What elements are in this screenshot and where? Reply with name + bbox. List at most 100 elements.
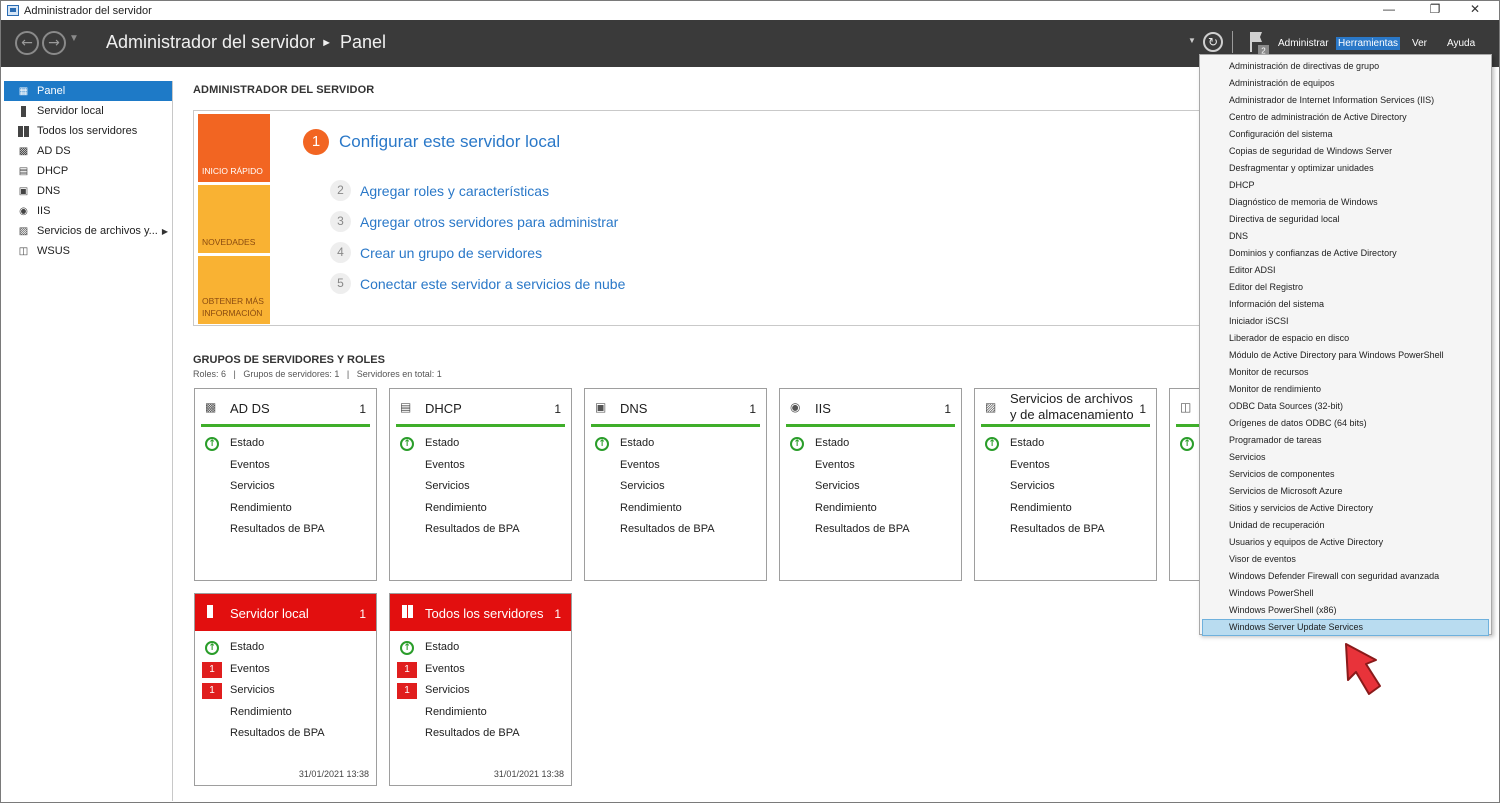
menu-item-tool[interactable]: DNS	[1200, 228, 1491, 245]
tile-row-estado[interactable]: ↑ Estado	[390, 637, 571, 659]
menu-item-tool[interactable]: Liberador de espacio en disco	[1200, 330, 1491, 347]
menu-item-tool[interactable]: Windows PowerShell	[1200, 585, 1491, 602]
tile-row-estado[interactable]: ↑ Estado	[975, 433, 1156, 455]
tile-title[interactable]: Servidor local	[230, 606, 309, 622]
menu-item-tool[interactable]: Iniciador iSCSI	[1200, 313, 1491, 330]
menu-item-tool[interactable]: Administración de directivas de grupo	[1200, 58, 1491, 75]
tile-row-rendimiento[interactable]: Rendimiento	[780, 498, 961, 520]
role-tile-iis[interactable]: ◉ IIS 1 ↑ Estado Eventos Servicios Rendim…	[779, 388, 962, 581]
tab-novedades[interactable]: NOVEDADES	[198, 185, 270, 253]
history-dropdown-icon[interactable]: ▼	[69, 33, 79, 44]
tile-title[interactable]: DHCP	[425, 401, 462, 417]
menu-item-tool[interactable]: Programador de tareas	[1200, 432, 1491, 449]
tile-row-eventos[interactable]: 1 Eventos	[195, 659, 376, 681]
menu-item-tool[interactable]: Orígenes de datos ODBC (64 bits)	[1200, 415, 1491, 432]
tile-row-estado[interactable]: ↑ Estado	[585, 433, 766, 455]
tile-title[interactable]: AD DS	[230, 401, 270, 417]
sidebar-item-dhcp[interactable]: ▤ DHCP	[4, 161, 172, 181]
role-tile-file-services[interactable]: ▨ Servicios de archivos y de almacenamie…	[974, 388, 1157, 581]
tile-row-bpa[interactable]: Resultados de BPA	[195, 519, 376, 541]
menu-item-tool[interactable]: Información del sistema	[1200, 296, 1491, 313]
tile-row-rendimiento[interactable]: Rendimiento	[975, 498, 1156, 520]
tile-row-rendimiento[interactable]: Rendimiento	[195, 498, 376, 520]
tile-row-servicios[interactable]: 1 Servicios	[195, 680, 376, 702]
menu-item-tool[interactable]: Administración de equipos	[1200, 75, 1491, 92]
menu-item-tool[interactable]: Copias de seguridad de Windows Server	[1200, 143, 1491, 160]
tile-row-estado[interactable]: ↑ Estado	[390, 433, 571, 455]
notifications-flag-icon[interactable]: 2	[1247, 29, 1271, 56]
menu-item-tool[interactable]: Servicios de componentes	[1200, 466, 1491, 483]
tile-row-servicios[interactable]: Servicios	[780, 476, 961, 498]
restore-button[interactable]: ❐	[1413, 1, 1457, 20]
minimize-button[interactable]: —	[1367, 1, 1411, 20]
menu-item-tool[interactable]: Monitor de rendimiento	[1200, 381, 1491, 398]
menu-item-tool[interactable]: Usuarios y equipos de Active Directory	[1200, 534, 1491, 551]
refresh-icon[interactable]: ↻	[1203, 32, 1223, 52]
role-tile-dns[interactable]: ▣ DNS 1 ↑ Estado Eventos Servicios Rendim…	[584, 388, 767, 581]
tile-title[interactable]: Servicios de archivos y de almacenamient…	[1010, 391, 1140, 423]
menu-item-tool[interactable]: Directiva de seguridad local	[1200, 211, 1491, 228]
menu-item-tool[interactable]: Administrador de Internet Information Se…	[1200, 92, 1491, 109]
server-tile-all[interactable]: Todos los servidores 1 ↑ Estado 1 Eventos …	[389, 593, 572, 786]
role-tile-ad-ds[interactable]: ▩ AD DS 1 ↑ Estado Eventos Servicios Rend…	[194, 388, 377, 581]
role-tile-dhcp[interactable]: ▤ DHCP 1 ↑ Estado Eventos Servicios Rendi…	[389, 388, 572, 581]
step-add-servers[interactable]: 3 Agregar otros servidores para administ…	[330, 211, 618, 232]
tile-row-servicios[interactable]: Servicios	[975, 476, 1156, 498]
tile-row-estado[interactable]: ↑ Estado	[195, 433, 376, 455]
tab-obtener-mas-informacion[interactable]: OBTENER MÁS INFORMACIÓN	[198, 256, 270, 324]
menu-item-tool[interactable]: Servicios	[1200, 449, 1491, 466]
tile-row-eventos[interactable]: Eventos	[195, 455, 376, 477]
sidebar-item-dns[interactable]: ▣ DNS	[4, 181, 172, 201]
sidebar-item-servidor-local[interactable]: Servidor local	[4, 101, 172, 121]
sidebar-item-ad-ds[interactable]: ▩ AD DS	[4, 141, 172, 161]
menu-item-tool[interactable]: Configuración del sistema	[1200, 126, 1491, 143]
sidebar-item-panel[interactable]: ▦ Panel	[4, 81, 172, 101]
step-link[interactable]: Conectar este servidor a servicios de nu…	[360, 276, 625, 292]
step-link[interactable]: Crear un grupo de servidores	[360, 245, 542, 261]
step-link[interactable]: Configurar este servidor local	[339, 132, 560, 152]
menu-item-tool[interactable]: Windows PowerShell (x86)	[1200, 602, 1491, 619]
menu-administrar[interactable]: Administrar	[1276, 37, 1331, 50]
menu-item-tool[interactable]: Módulo de Active Directory para Windows …	[1200, 347, 1491, 364]
tile-title[interactable]: IIS	[815, 401, 831, 417]
tile-row-eventos[interactable]: Eventos	[975, 455, 1156, 477]
breadcrumb-app[interactable]: Administrador del servidor	[106, 32, 315, 52]
step-add-roles[interactable]: 2 Agregar roles y características	[330, 180, 549, 201]
back-button[interactable]: ←	[15, 31, 39, 55]
refresh-dropdown-icon[interactable]: ▼	[1188, 36, 1196, 45]
tile-row-servicios[interactable]: Servicios	[390, 476, 571, 498]
step-create-server-group[interactable]: 4 Crear un grupo de servidores	[330, 242, 542, 263]
tile-row-bpa[interactable]: Resultados de BPA	[780, 519, 961, 541]
menu-item-tool[interactable]: Unidad de recuperación	[1200, 517, 1491, 534]
tile-row-rendimiento[interactable]: Rendimiento	[390, 702, 571, 724]
tile-row-eventos[interactable]: 1 Eventos	[390, 659, 571, 681]
tile-row-servicios[interactable]: 1 Servicios	[390, 680, 571, 702]
sidebar-item-servicios-archivos[interactable]: ▨ Servicios de archivos y... ▶	[4, 221, 172, 241]
menu-item-tool[interactable]: Diagnóstico de memoria de Windows	[1200, 194, 1491, 211]
tile-row-eventos[interactable]: Eventos	[585, 455, 766, 477]
menu-item-tool[interactable]: Servicios de Microsoft Azure	[1200, 483, 1491, 500]
tile-row-bpa[interactable]: Resultados de BPA	[195, 723, 376, 745]
menu-item-wsus-highlighted[interactable]: Windows Server Update Services	[1202, 619, 1489, 636]
menu-item-tool[interactable]: Dominios y confianzas de Active Director…	[1200, 245, 1491, 262]
tile-row-bpa[interactable]: Resultados de BPA	[975, 519, 1156, 541]
tile-title[interactable]: Todos los servidores	[425, 606, 544, 622]
menu-item-tool[interactable]: Editor ADSI	[1200, 262, 1491, 279]
expand-arrow-icon[interactable]: ▶	[162, 227, 168, 236]
sidebar-item-todos-servidores[interactable]: Todos los servidores	[4, 121, 172, 141]
menu-item-tool[interactable]: Monitor de recursos	[1200, 364, 1491, 381]
server-tile-local[interactable]: Servidor local 1 ↑ Estado 1 Eventos 1 Servi…	[194, 593, 377, 786]
tile-row-eventos[interactable]: Eventos	[390, 455, 571, 477]
tile-row-servicios[interactable]: Servicios	[195, 476, 376, 498]
tile-title[interactable]: DNS	[620, 401, 647, 417]
menu-herramientas[interactable]: Herramientas	[1336, 37, 1401, 50]
sidebar-item-iis[interactable]: ◉ IIS	[4, 201, 172, 221]
tile-row-estado[interactable]: ↑ Estado	[195, 637, 376, 659]
menu-ayuda[interactable]: Ayuda	[1445, 37, 1477, 50]
step-connect-cloud[interactable]: 5 Conectar este servidor a servicios de …	[330, 273, 625, 294]
tile-row-rendimiento[interactable]: Rendimiento	[585, 498, 766, 520]
tile-row-eventos[interactable]: Eventos	[780, 455, 961, 477]
step-link[interactable]: Agregar otros servidores para administra…	[360, 214, 618, 230]
menu-item-tool[interactable]: ODBC Data Sources (32-bit)	[1200, 398, 1491, 415]
tile-row-servicios[interactable]: Servicios	[585, 476, 766, 498]
